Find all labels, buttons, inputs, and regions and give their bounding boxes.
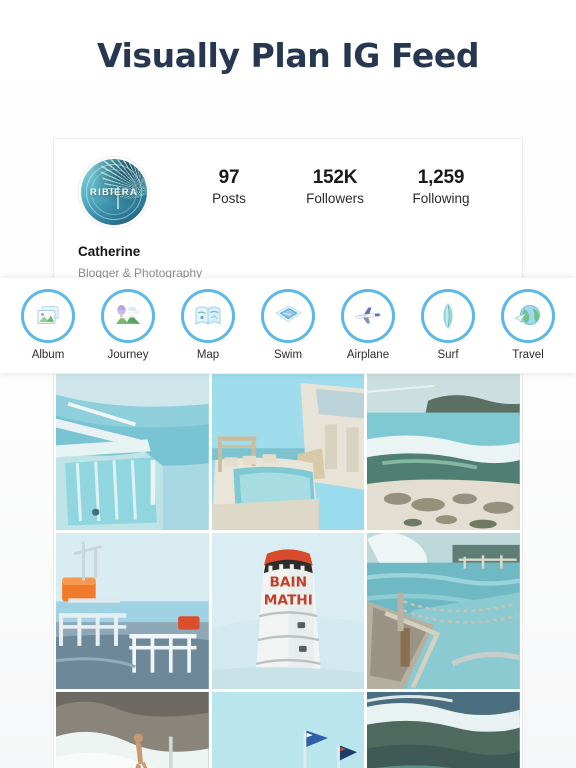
highlight-label: Surf <box>437 349 459 362</box>
stat-following-value: 1,259 <box>417 167 465 188</box>
highlight-travel[interactable]: Travel <box>488 289 568 362</box>
profile-header-row: RIBIERA 97 Posts 152K Followers 1,259 Fo… <box>54 139 522 228</box>
ferry-deck-railing-photo <box>56 533 209 689</box>
highlight-ring <box>501 289 555 344</box>
svg-text:MATHI: MATHI <box>263 592 312 608</box>
stat-followers-label: Followers <box>306 190 364 206</box>
grid-photo[interactable] <box>367 692 520 768</box>
globe-plane-icon <box>515 305 540 326</box>
profile-name: Catherine <box>78 244 141 259</box>
highlight-journey[interactable]: Journey <box>88 289 168 362</box>
highlight-ring <box>181 289 235 344</box>
reef-swimmers-water-photo <box>367 692 520 768</box>
story-highlights-strip: Album Journey Map Swim Airplane Surf Tra… <box>0 278 576 373</box>
grid-photo[interactable] <box>56 374 209 530</box>
grid-photo[interactable] <box>211 692 365 768</box>
ocean-lap-pool-aerial-photo <box>56 374 209 530</box>
highlight-album[interactable]: Album <box>8 289 88 362</box>
highlight-label: Map <box>196 349 220 362</box>
svg-text:BAIN: BAIN <box>269 575 307 591</box>
stat-following-label: Following <box>412 190 470 206</box>
stat-posts-value: 97 <box>218 167 240 188</box>
highlight-label: Journey <box>107 349 149 362</box>
instagram-profile-mockup: RIBIERA 97 Posts 152K Followers 1,259 Fo… <box>0 118 576 768</box>
highlight-label: Travel <box>512 349 544 362</box>
stat-following[interactable]: 1,259 Following <box>404 166 478 209</box>
highlight-label: Airplane <box>346 349 390 362</box>
highlight-map[interactable]: Map <box>168 289 248 362</box>
surfer-crashing-wave-photo <box>56 692 209 768</box>
stat-followers[interactable]: 152K Followers <box>298 166 372 209</box>
highlight-ring <box>261 289 315 344</box>
highlight-airplane[interactable]: Airplane <box>328 289 408 362</box>
highlight-label: Album <box>31 349 65 362</box>
photos-icon <box>37 306 59 325</box>
lighthouse-tower-photo: BAIN MATHI <box>211 533 365 689</box>
airplane-icon <box>354 307 381 324</box>
profile-stats: 97 Posts 152K Followers 1,259 Following <box>150 156 500 209</box>
infinity-pool-terrace-photo <box>211 374 365 530</box>
photo-grid: BAIN MATHI <box>53 374 523 768</box>
page-title: Visually Plan IG Feed <box>96 36 480 75</box>
stat-followers-value: 152K <box>312 167 358 188</box>
grid-photo[interactable] <box>367 533 520 689</box>
highlight-label: Swim <box>273 349 303 362</box>
highlight-ring <box>341 289 395 344</box>
highlight-ring <box>101 289 155 344</box>
swimming-pool-icon <box>275 305 302 323</box>
highlight-swim[interactable]: Swim <box>248 289 328 362</box>
open-map-icon <box>195 306 221 326</box>
profile-card: RIBIERA 97 Posts 152K Followers 1,259 Fo… <box>53 138 523 296</box>
avatar-image: RIBIERA <box>81 159 147 225</box>
grid-photo[interactable]: BAIN MATHI <box>211 533 365 689</box>
avatar-brand-text: RIBIERA <box>89 186 139 198</box>
highlight-ring <box>421 289 475 344</box>
grid-photo[interactable] <box>211 374 365 530</box>
flags-over-sea-pool-photo <box>211 692 365 768</box>
grid-photo[interactable] <box>56 533 209 689</box>
surfboard-icon <box>443 303 453 330</box>
profile-meta: Catherine Blogger & Photography <box>54 228 522 282</box>
rocky-beach-shoreline-photo <box>367 374 520 530</box>
avatar[interactable]: RIBIERA <box>78 156 150 228</box>
tidal-pool-chains-photo <box>367 533 520 689</box>
stat-posts[interactable]: 97 Posts <box>192 166 266 209</box>
highlight-surf[interactable]: Surf <box>408 289 488 362</box>
highlight-ring <box>21 289 75 344</box>
grid-photo[interactable] <box>56 692 209 768</box>
hot-air-balloon-icon <box>116 305 140 325</box>
stat-posts-label: Posts <box>212 190 246 206</box>
grid-photo[interactable] <box>367 374 520 530</box>
